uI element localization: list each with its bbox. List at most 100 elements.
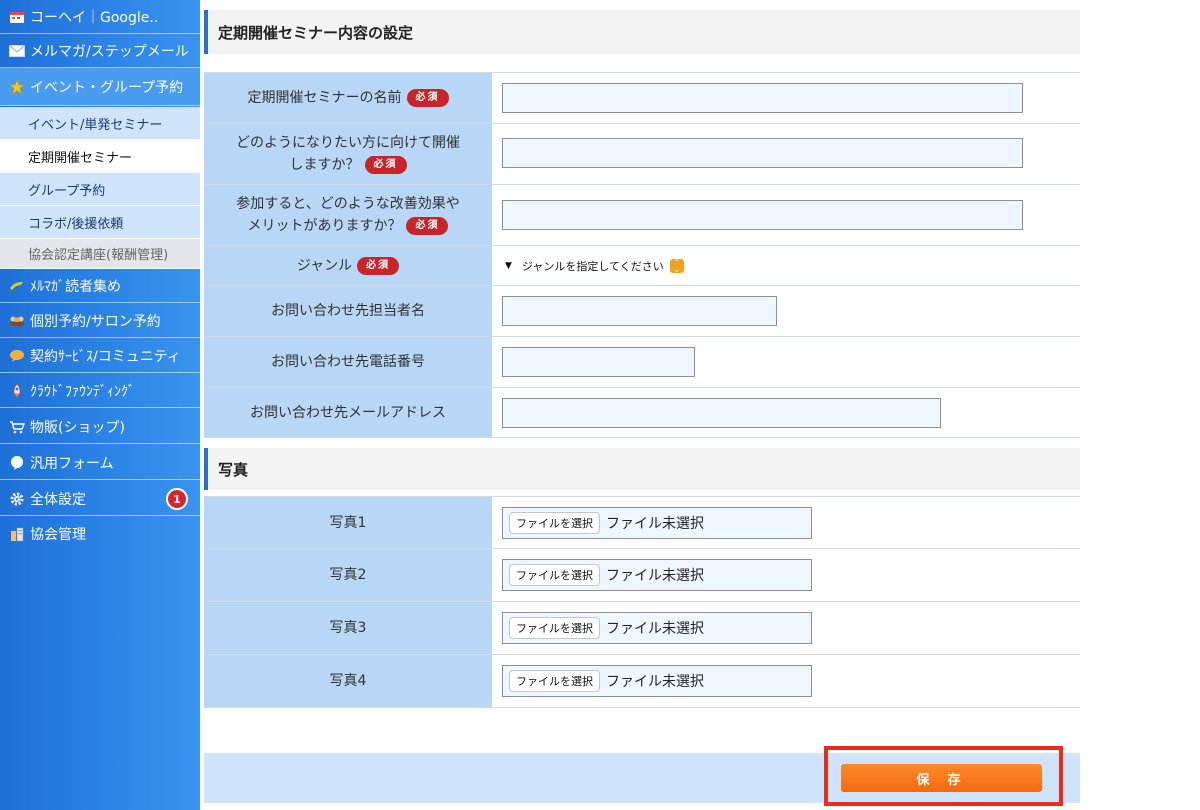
field-label-text: 参加すると、どのような改善効果や: [236, 196, 460, 212]
benefit-input[interactable]: [502, 200, 1023, 230]
section-title-text: 定期開催セミナー内容の設定: [218, 23, 414, 42]
field-value: [493, 286, 1080, 336]
field-label: お問い合わせ先担当者名: [204, 286, 492, 336]
choose-file-button[interactable]: ファイルを選択: [509, 617, 600, 639]
speech-icon: [8, 348, 26, 364]
photo-file-input[interactable]: ファイルを選択 ファイル未選択: [502, 665, 812, 697]
genre-select[interactable]: ▼ ジャンルを指定してください ⌃ ⌄: [501, 257, 684, 275]
field-label: ジャンル 必須: [204, 246, 492, 285]
cart-icon: [8, 419, 26, 435]
sidebar-item-contract-service[interactable]: 契約ｻｰﾋﾞｽ/コミュニティ: [0, 339, 200, 373]
field-label-text: 写真3: [329, 620, 367, 636]
sidebar-subitem-label: 協会認定講座(報酬管理): [28, 248, 169, 263]
field-label-text: 写真2: [329, 567, 367, 583]
field-label-text: メリットがありますか？: [247, 218, 402, 234]
dropdown-triangle-icon: ▼: [505, 261, 512, 271]
genre-select-value: ジャンルを指定してください: [521, 260, 664, 273]
contact-email-input[interactable]: [502, 398, 941, 428]
form-row-photo: 写真1 ファイルを選択 ファイル未選択: [204, 496, 1080, 549]
field-value: [493, 124, 1080, 184]
field-label-text: どのようになりたい方に向けて開催: [236, 135, 460, 151]
form-row-target: どのようになりたい方に向けて開催 しますか？ 必須: [204, 124, 1080, 185]
field-value: [493, 73, 1080, 123]
highlight-box: [824, 746, 1063, 806]
field-value: ▼ ジャンルを指定してください ⌃ ⌄: [493, 246, 1080, 285]
sidebar-item-label: 物販(ショップ): [30, 419, 125, 436]
sidebar-item-global-settings[interactable]: 全体設定 1: [0, 482, 200, 516]
sidebar-item-reader-collection[interactable]: ﾒﾙﾏｶﾞ読者集め: [0, 269, 200, 303]
sidebar-item-association[interactable]: 協会管理: [0, 517, 200, 551]
sidebar-subitem-label: グループ予約: [28, 183, 106, 199]
form-row-benefit: 参加すると、どのような改善効果や メリットがありますか？ 必須: [204, 185, 1080, 246]
sidebar-item-individual-reservation[interactable]: 個別予約/サロン予約: [0, 304, 200, 338]
sidebar-subitem-label: コラボ/後援依頼: [28, 216, 124, 232]
sidebar-item-general-form[interactable]: 汎用フォーム: [0, 446, 200, 480]
field-value: ファイルを選択 ファイル未選択: [493, 549, 1080, 601]
sidebar-item-crowdfunding[interactable]: ｸﾗｳﾄﾞﾌｧｳﾝﾃﾞｨﾝｸﾞ: [0, 374, 200, 408]
sidebar-item-label: 全体設定: [30, 491, 86, 508]
target-audience-input[interactable]: [502, 138, 1023, 168]
bubble-icon: [8, 455, 26, 471]
calendar-icon: [8, 9, 26, 25]
field-label-text: 定期開催セミナーの名前: [247, 90, 402, 106]
section-title-text: 写真: [218, 460, 249, 479]
field-value: [493, 185, 1080, 245]
contact-name-input[interactable]: [502, 296, 777, 326]
field-value: ファイルを選択 ファイル未選択: [493, 497, 1080, 548]
sidebar-subitem-collab[interactable]: コラボ/後援依頼: [0, 206, 200, 239]
sidebar-item-label: ﾒﾙﾏｶﾞ読者集め: [30, 278, 121, 295]
photo-file-input[interactable]: ファイルを選択 ファイル未選択: [502, 559, 812, 591]
sidebar-subitem-certified-course: 協会認定講座(報酬管理): [0, 239, 200, 269]
field-label-text: お問い合わせ先メールアドレス: [250, 404, 446, 421]
field-label: 定期開催セミナーの名前 必須: [204, 73, 492, 123]
field-label: 写真4: [204, 655, 492, 707]
sidebar-item-label: ｸﾗｳﾄﾞﾌｧｳﾝﾃﾞｨﾝｸﾞ: [30, 383, 135, 400]
sidebar-subitem-label: イベント/単発セミナー: [28, 117, 163, 133]
chevron-updown-icon: ⌃ ⌄: [669, 259, 684, 274]
choose-file-button[interactable]: ファイルを選択: [509, 564, 600, 586]
sidebar-item-label: イベント・グループ予約: [30, 79, 184, 96]
sidebar-item-shop[interactable]: 物販(ショップ): [0, 410, 200, 444]
form-row-photo: 写真4 ファイルを選択 ファイル未選択: [204, 655, 1080, 708]
sidebar-subitem-single-seminar[interactable]: イベント/単発セミナー: [0, 107, 200, 140]
photo-file-input[interactable]: ファイルを選択 ファイル未選択: [502, 612, 812, 644]
section-title-content: 定期開催セミナー内容の設定: [204, 10, 1080, 54]
sidebar-subitem-regular-seminar[interactable]: 定期開催セミナー: [0, 140, 200, 173]
choose-file-button[interactable]: ファイルを選択: [509, 670, 600, 692]
notification-badge: 1: [166, 488, 188, 510]
field-label: 写真3: [204, 602, 492, 654]
file-status-text: ファイル未選択: [606, 516, 704, 532]
field-label: お問い合わせ先メールアドレス: [204, 388, 492, 437]
field-label: 写真2: [204, 549, 492, 601]
field-label-text: お問い合わせ先担当者名: [271, 303, 425, 319]
file-status-text: ファイル未選択: [606, 568, 704, 584]
choose-file-button[interactable]: ファイルを選択: [509, 512, 600, 534]
star-icon: [8, 78, 26, 95]
sidebar-subitem-label: 定期開催セミナー: [28, 150, 133, 166]
sidebar-item-google[interactable]: コーヘイ｜Google..: [0, 0, 200, 34]
form-row-photo: 写真2 ファイルを選択 ファイル未選択: [204, 549, 1080, 602]
sidebar-subitem-group-reservation[interactable]: グループ予約: [0, 173, 200, 206]
required-badge: 必須: [406, 89, 449, 107]
form-row-name: 定期開催セミナーの名前 必須: [204, 72, 1080, 124]
sidebar-item-label: 個別予約/サロン予約: [30, 313, 161, 330]
field-label-text: ジャンル: [296, 257, 353, 274]
required-badge: 必須: [406, 217, 449, 235]
sidebar-item-event[interactable]: イベント・グループ予約: [0, 68, 200, 106]
contact-phone-input[interactable]: [502, 347, 695, 377]
form-row-contact-phone: お問い合わせ先電話番号: [204, 337, 1080, 388]
field-label: お問い合わせ先電話番号: [204, 337, 492, 387]
field-label-text: 写真4: [329, 673, 367, 689]
form-row-contact-name: お問い合わせ先担当者名: [204, 286, 1080, 337]
field-label: 写真1: [204, 497, 492, 548]
sidebar-item-mailmagazine[interactable]: メルマガ/ステップメール: [0, 34, 200, 68]
building-icon: [8, 526, 26, 542]
rocket-icon: [8, 382, 26, 399]
field-label: 参加すると、どのような改善効果や メリットがありますか？ 必須: [204, 185, 492, 245]
field-label-text: お問い合わせ先電話番号: [271, 354, 425, 370]
form-row-photo: 写真3 ファイルを選択 ファイル未選択: [204, 602, 1080, 655]
field-label-text: 写真1: [329, 514, 367, 531]
seminar-name-input[interactable]: [502, 83, 1023, 113]
photo-file-input[interactable]: ファイルを選択 ファイル未選択: [502, 507, 812, 539]
gear-icon: [8, 491, 26, 507]
